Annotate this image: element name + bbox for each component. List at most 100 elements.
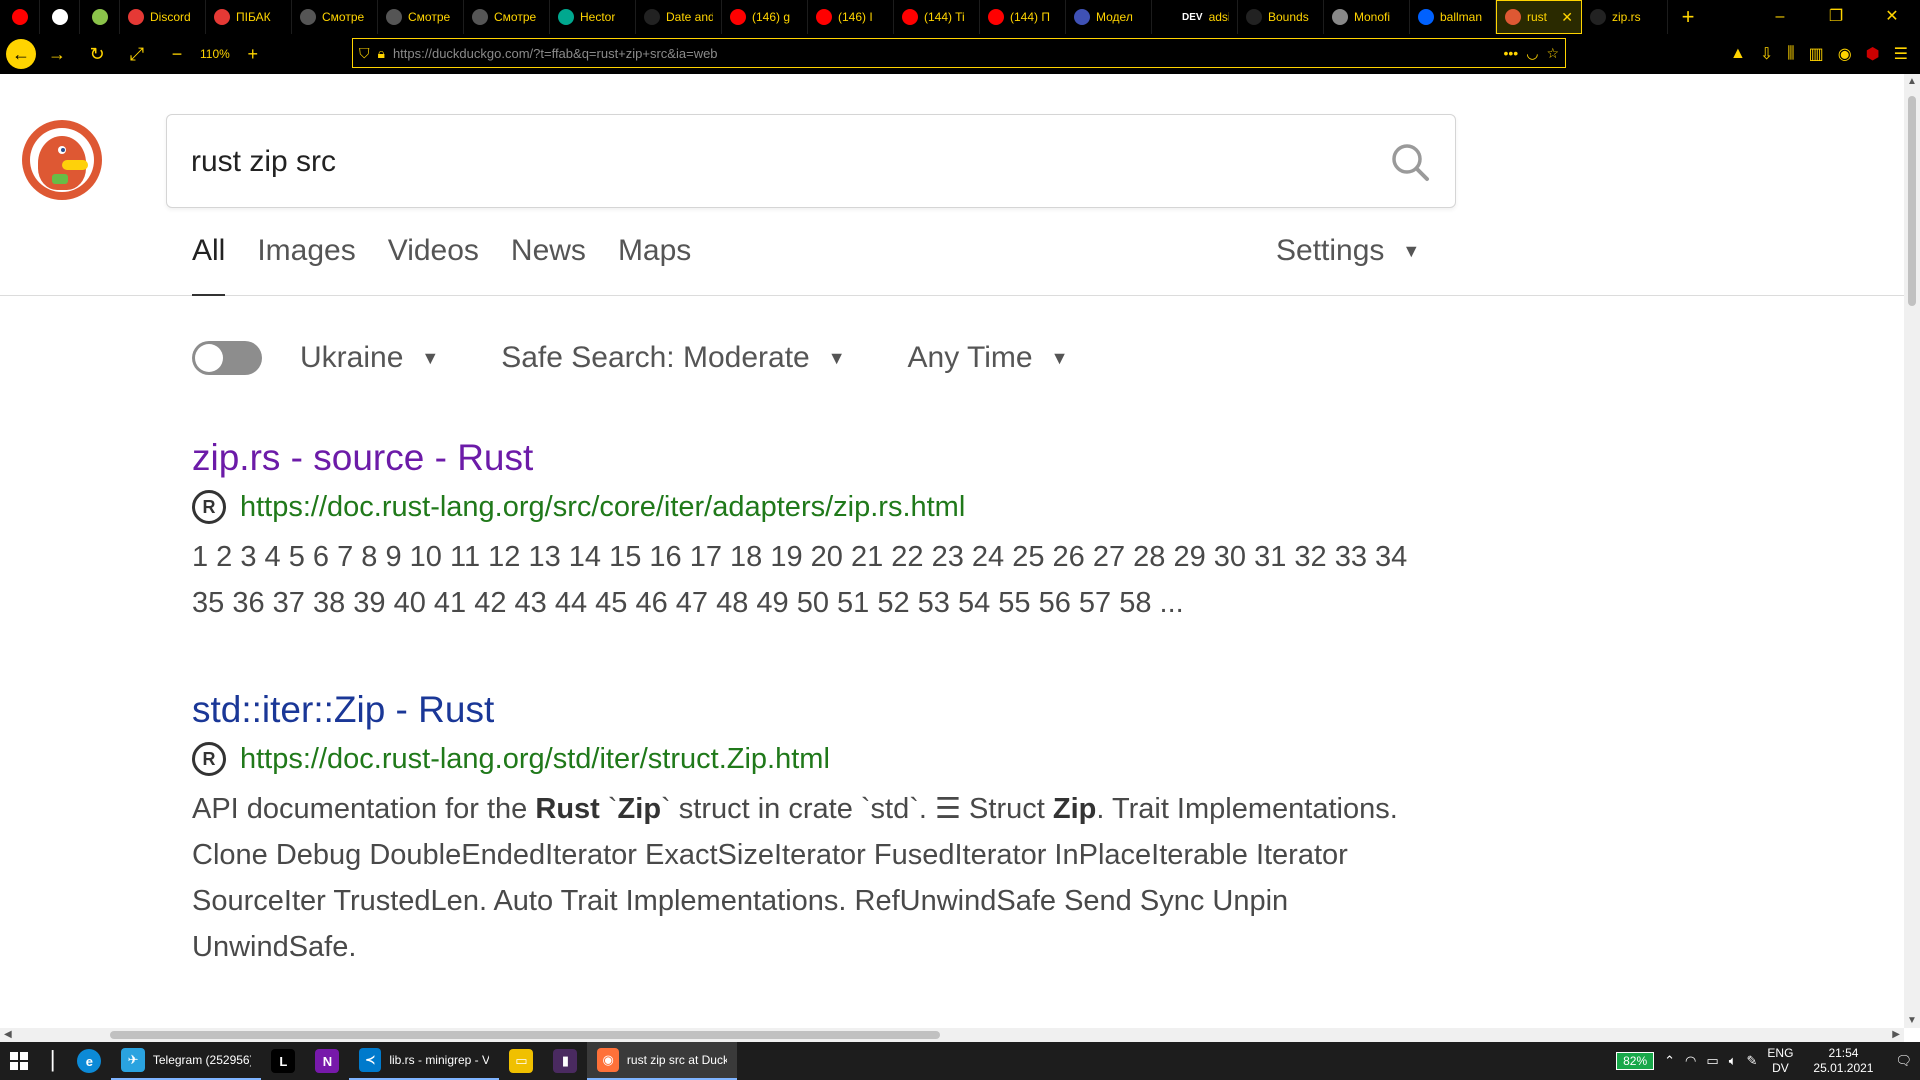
minimize-window-button[interactable]: – [1752, 0, 1808, 34]
taskbar-app[interactable]: N [305, 1042, 349, 1080]
horizontal-scrollbar[interactable]: ◀ ▶ [0, 1028, 1904, 1042]
tab-title: ПІБАК [236, 10, 271, 24]
tab-videos[interactable]: Videos [388, 226, 479, 296]
battery-icon[interactable]: ▭ [1706, 1053, 1718, 1069]
sidebar-icon[interactable]: ▥ [1809, 44, 1824, 64]
ublock-icon[interactable]: ⬢ [1866, 44, 1880, 64]
menu-icon[interactable]: ☰ [1894, 44, 1908, 64]
result-url-link[interactable]: https://doc.rust-lang.org/std/iter/struc… [240, 743, 830, 776]
clock[interactable]: 21:54 25.01.2021 [1813, 1046, 1873, 1076]
browser-tab[interactable]: Discord [120, 0, 206, 34]
zoom-out-button[interactable]: − [162, 34, 192, 74]
page-content: All Images Videos News Maps Settings ▼ Ukrai… [0, 74, 1904, 1028]
browser-tab[interactable]: Hector [550, 0, 636, 34]
battery-indicator[interactable]: 82% [1616, 1052, 1655, 1070]
duck-eye [58, 146, 66, 154]
edge-icon[interactable]: e [67, 1042, 111, 1080]
result-url-link[interactable]: https://doc.rust-lang.org/src/core/iter/… [240, 491, 965, 524]
browser-tab[interactable]: ПІБАК [206, 0, 292, 34]
library-icon[interactable]: ⫼ [1787, 45, 1794, 63]
task-view-icon[interactable]: ⎮ [38, 1042, 67, 1080]
url-text[interactable]: https://duckduckgo.com/?t=ffab&q=rust+zi… [393, 46, 1496, 61]
search-button[interactable] [1385, 137, 1435, 187]
tab-images[interactable]: Images [257, 226, 355, 296]
snippet-text: ` struct in crate `std`. ☰ Struct [661, 793, 1053, 825]
zoom-level[interactable]: 110% [192, 47, 238, 61]
browser-tab[interactable]: Модел [1066, 0, 1152, 34]
tab-favicon-icon [730, 9, 746, 25]
taskbar-app-label: lib.rs - minigrep - V... [389, 1053, 490, 1067]
taskbar-app[interactable]: ◉ rust zip src at Duck... [587, 1042, 738, 1080]
browser-tab[interactable] [0, 0, 40, 34]
language-indicator[interactable]: ENG DV [1767, 1046, 1793, 1076]
address-bar[interactable]: ⛉ 🔒︎ https://duckduckgo.com/?t=ffab&q=ru… [352, 38, 1566, 68]
vertical-scrollbar[interactable]: ▲ ▼ [1904, 74, 1920, 1028]
tab-maps[interactable]: Maps [618, 226, 691, 296]
browser-tab-active[interactable]: rust ✕ [1496, 0, 1582, 34]
time-filter[interactable]: Any Time ▼ [908, 341, 1069, 375]
search-input[interactable] [191, 137, 1341, 187]
restore-window-button[interactable]: ❐ [1808, 0, 1864, 34]
horizontal-scroll-thumb[interactable] [110, 1031, 940, 1039]
browser-tab[interactable]: Смотре [378, 0, 464, 34]
browser-tab[interactable]: zip.rs [1582, 0, 1668, 34]
more-actions-icon[interactable]: ••• [1504, 45, 1519, 61]
zoom-in-button[interactable]: + [238, 34, 268, 74]
volume-icon[interactable]: 🔈︎ [1729, 1053, 1737, 1069]
browser-tab[interactable]: Bounds [1238, 0, 1324, 34]
back-button[interactable]: ← [6, 39, 36, 69]
taskbar-app[interactable]: ▭ [499, 1042, 543, 1080]
bookmark-star-icon[interactable]: ☆ [1546, 45, 1559, 62]
browser-tab[interactable] [80, 0, 120, 34]
scroll-left-icon[interactable]: ◀ [4, 1028, 12, 1042]
region-filter[interactable]: Ukraine ▼ [192, 341, 439, 375]
tab-news[interactable]: News [511, 226, 586, 296]
network-icon[interactable]: ◠ [1685, 1053, 1696, 1069]
duckduckgo-logo[interactable] [22, 120, 102, 200]
new-tab-button[interactable]: + [1668, 4, 1708, 30]
pen-icon[interactable]: ✎ [1747, 1053, 1758, 1069]
chevron-up-icon[interactable]: ⌃ [1664, 1053, 1675, 1069]
browser-tab[interactable]: Monofi [1324, 0, 1410, 34]
scroll-up-icon[interactable]: ▲ [1904, 76, 1920, 87]
browser-tab[interactable]: ballman [1410, 0, 1496, 34]
browser-tab[interactable]: Смотре [292, 0, 378, 34]
taskbar-app[interactable]: ≺ lib.rs - minigrep - V... [349, 1042, 500, 1080]
browser-tab[interactable]: (146) g [722, 0, 808, 34]
tab-favicon-icon [1332, 9, 1348, 25]
settings-dropdown[interactable]: Settings ▼ [1276, 226, 1420, 276]
account-icon[interactable]: ◉ [1838, 44, 1852, 64]
browser-tab[interactable]: (146) I [808, 0, 894, 34]
reload-button[interactable]: ↻ [82, 34, 112, 74]
taskbar-app[interactable]: L [261, 1042, 305, 1080]
browser-tab[interactable]: (144) П [980, 0, 1066, 34]
scroll-down-icon[interactable]: ▼ [1904, 1015, 1920, 1026]
scroll-right-icon[interactable]: ▶ [1892, 1028, 1900, 1042]
vertical-scroll-thumb[interactable] [1908, 96, 1916, 306]
browser-tab[interactable]: Смотре [464, 0, 550, 34]
tab-all[interactable]: All [192, 226, 226, 296]
pocket-icon[interactable]: ◡ [1526, 45, 1538, 62]
fullscreen-icon[interactable]: ⤢ [122, 34, 152, 74]
downloads-icon[interactable]: ⇩ [1760, 44, 1773, 64]
extension-icon[interactable]: ▲ [1730, 45, 1746, 63]
snippet-text: API documentation for the [192, 793, 536, 825]
notifications-icon[interactable]: 🗨︎ [1895, 1053, 1912, 1069]
lock-icon[interactable]: 🔒︎ [378, 45, 385, 62]
shield-icon[interactable]: ⛉ [359, 45, 370, 62]
close-window-button[interactable]: ✕ [1864, 0, 1920, 34]
result-title-link[interactable]: zip.rs - source - Rust [192, 436, 1442, 480]
browser-tab[interactable] [40, 0, 80, 34]
close-tab-icon[interactable]: ✕ [1561, 9, 1573, 26]
browser-tab[interactable]: Date and Ti [636, 0, 722, 34]
settings-label: Settings [1276, 234, 1385, 267]
result-title-link[interactable]: std::iter::Zip - Rust [192, 688, 1442, 732]
taskbar-app[interactable]: ✈ Telegram (252956) [111, 1042, 262, 1080]
taskbar-app[interactable]: ▮ [543, 1042, 587, 1080]
region-toggle[interactable] [192, 341, 262, 375]
forward-button[interactable]: → [42, 34, 72, 74]
start-button[interactable] [0, 1042, 38, 1080]
safe-search-filter[interactable]: Safe Search: Moderate ▼ [501, 341, 845, 375]
browser-tab[interactable]: DEV adsick [1152, 0, 1238, 34]
browser-tab[interactable]: (144) Ti [894, 0, 980, 34]
